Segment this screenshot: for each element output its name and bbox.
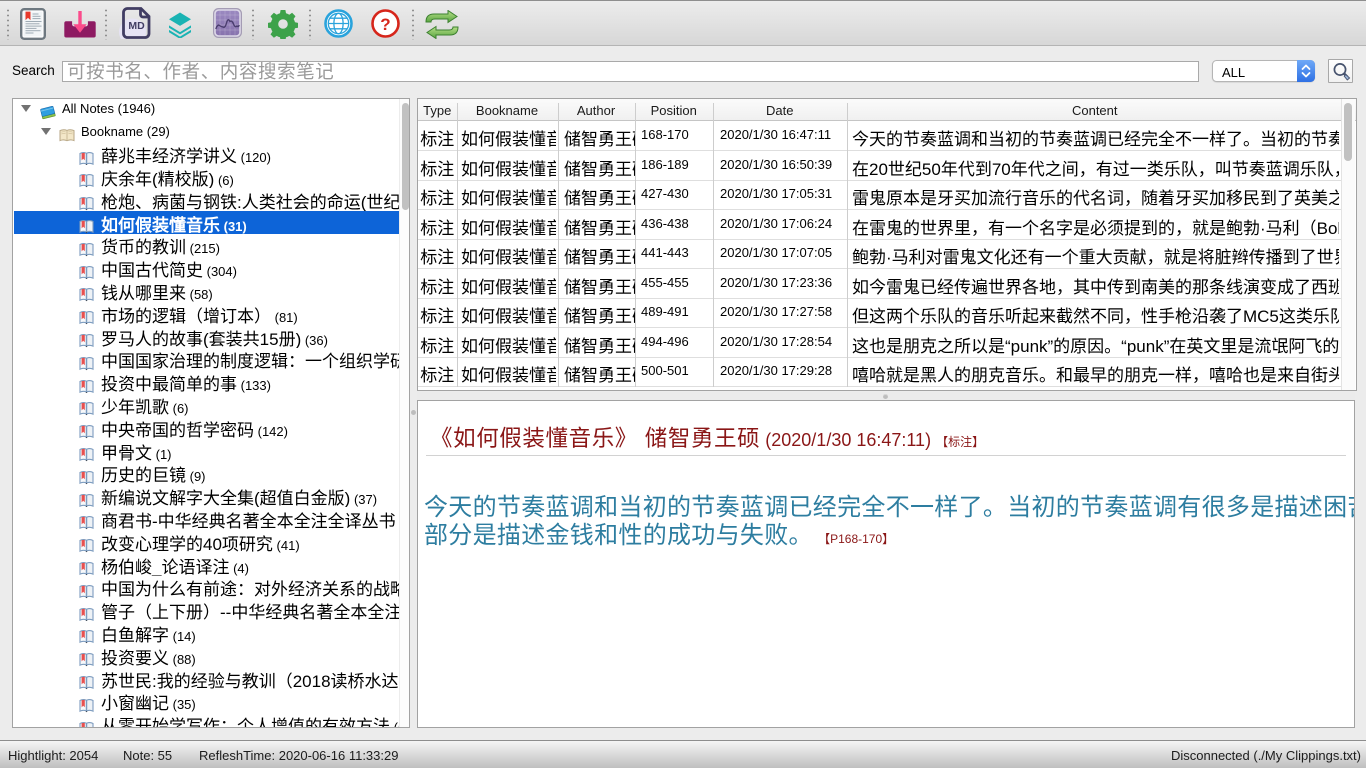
svg-text:?: ? <box>380 15 390 34</box>
svg-text:MD: MD <box>128 20 145 32</box>
